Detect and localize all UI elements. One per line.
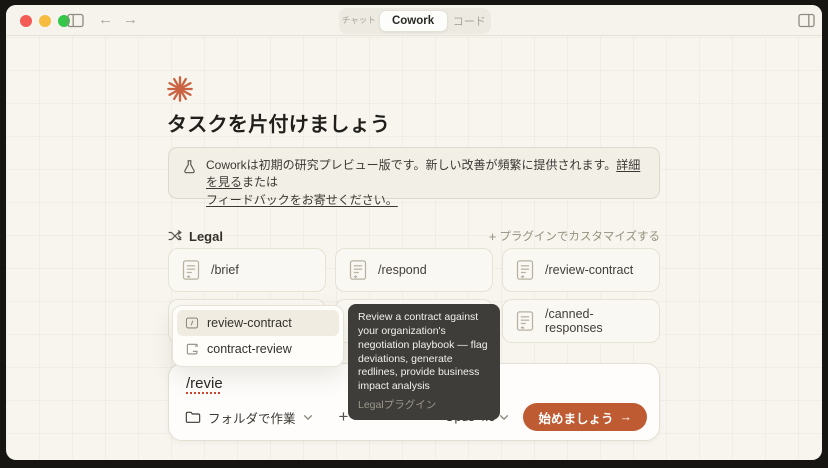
traffic-lights bbox=[20, 15, 70, 27]
document-icon bbox=[515, 310, 535, 332]
plugin-section-header: Legal + プラグインでカスタマイズする bbox=[168, 227, 660, 245]
autocomplete-item-contract-review[interactable]: contract-review bbox=[177, 336, 339, 362]
app-window: ← → チャット Cowork コード タスクを片付けましょう bbox=[6, 5, 822, 460]
command-tooltip: Review a contract against your organizat… bbox=[348, 304, 500, 420]
chevron-down-icon bbox=[499, 414, 509, 421]
tooltip-description: Review a contract against your organizat… bbox=[358, 311, 490, 394]
task-input[interactable]: /revie bbox=[186, 375, 223, 392]
claude-starburst-icon bbox=[166, 75, 194, 103]
banner-text: Coworkは初期の研究プレビュー版です。新しい改善が頻繁に提供されます。詳細を… bbox=[206, 157, 645, 189]
tooltip-plugin-source: Legalプラグイン bbox=[358, 397, 490, 412]
flask-icon bbox=[182, 159, 197, 189]
tab-cowork[interactable]: Cowork bbox=[379, 10, 448, 32]
command-card-respond[interactable]: /respond bbox=[335, 248, 493, 292]
shuffle-icon bbox=[168, 229, 182, 243]
main-content: タスクを片付けましょう Coworkは初期の研究プレビュー版です。新しい改善が頻… bbox=[6, 37, 822, 460]
back-button[interactable]: ← bbox=[98, 11, 113, 29]
feedback-link[interactable]: フィードバックをお寄せください。 bbox=[206, 193, 398, 207]
plugin-section-title: Legal bbox=[189, 229, 223, 244]
command-card-review-contract[interactable]: /review-contract bbox=[502, 248, 660, 292]
customize-plugins-link[interactable]: + プラグインでカスタマイズする bbox=[489, 228, 660, 244]
chevron-down-icon bbox=[303, 414, 313, 421]
sidebar-toggle-icon[interactable] bbox=[67, 13, 84, 28]
page-title: タスクを片付けましょう bbox=[167, 108, 390, 137]
slash-command-icon bbox=[185, 316, 199, 330]
document-icon bbox=[181, 259, 201, 281]
command-autocomplete-menu: review-contract contract-review bbox=[172, 305, 344, 367]
add-attachment-button[interactable]: + bbox=[339, 407, 349, 427]
tab-chat[interactable]: チャット bbox=[341, 16, 377, 26]
forward-button[interactable]: → bbox=[123, 11, 138, 29]
document-icon bbox=[515, 259, 535, 281]
close-window-button[interactable] bbox=[20, 15, 32, 27]
autocomplete-item-review-contract[interactable]: review-contract bbox=[177, 310, 339, 336]
command-card-brief[interactable]: /brief bbox=[168, 248, 326, 292]
plus-icon: + bbox=[489, 229, 497, 244]
start-button[interactable]: 始めましょう → bbox=[523, 403, 647, 431]
panel-toggle-icon[interactable] bbox=[798, 13, 815, 28]
mode-switcher: チャット Cowork コード bbox=[339, 8, 491, 34]
minimize-window-button[interactable] bbox=[39, 15, 51, 27]
command-card-canned-responses[interactable]: /canned-responses bbox=[502, 299, 660, 343]
scroll-icon bbox=[185, 342, 199, 356]
arrow-right-icon: → bbox=[620, 410, 633, 424]
titlebar: ← → チャット Cowork コード bbox=[6, 5, 822, 36]
tab-code[interactable]: コード bbox=[450, 13, 489, 29]
folder-icon bbox=[185, 410, 201, 424]
research-preview-banner: Coworkは初期の研究プレビュー版です。新しい改善が頻繁に提供されます。詳細を… bbox=[168, 147, 660, 199]
document-icon bbox=[348, 259, 368, 281]
work-in-folder-button[interactable]: フォルダで作業 bbox=[185, 408, 313, 427]
